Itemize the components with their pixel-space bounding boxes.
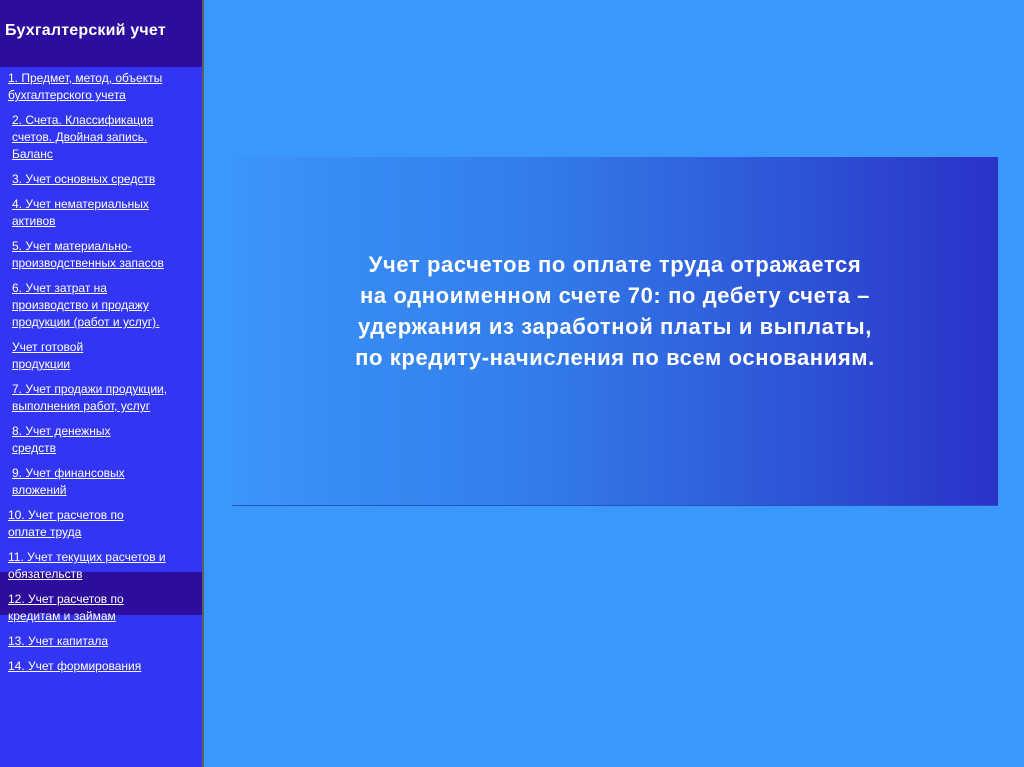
sidebar-item-7[interactable]: 7. Учет продажи продукции, выполнения ра… [0, 381, 202, 415]
sidebar-item-6[interactable]: 6. Учет затрат на производство и продажу… [0, 280, 202, 331]
slide-text-panel: Учет расчетов по оплате труда отражается… [232, 157, 998, 506]
sidebar-item-11[interactable]: 11. Учет текущих расчетов и обязательств [0, 549, 202, 583]
list-item: 3. Учет основных средств [0, 171, 202, 188]
list-item: 8. Учет денежных средств [0, 423, 202, 457]
list-item: 6. Учет затрат на производство и продажу… [0, 280, 202, 331]
list-item: 7. Учет продажи продукции, выполнения ра… [0, 381, 202, 415]
slide-text-line: Учет расчетов по оплате труда отражается [368, 252, 862, 277]
sidebar-item-4[interactable]: 4. Учет нематериальных активов [0, 196, 202, 230]
list-item: 13. Учет капитала [0, 633, 202, 650]
list-item: 14. Учет формирования [0, 658, 202, 675]
slide-text-line: на одноименном счете 70: по дебету счета… [360, 283, 870, 308]
sidebar-item-3[interactable]: 3. Учет основных средств [0, 171, 202, 188]
sidebar-item-2[interactable]: 2. Счета. Классификация счетов. Двойная … [0, 112, 202, 163]
list-item: Учет готовой продукции [0, 339, 202, 373]
slide-body-text: Учет расчетов по оплате труда отражается… [232, 249, 998, 373]
list-item: 4. Учет нематериальных активов [0, 196, 202, 230]
sidebar: Бухгалтерский учет 1. Предмет, метод, об… [0, 0, 204, 767]
list-item: 11. Учет текущих расчетов и обязательств [0, 549, 202, 583]
slide-text-line: по кредиту-начисления по всем основаниям… [355, 345, 875, 370]
slide-text-line: удержания из заработной платы и выплаты, [358, 314, 872, 339]
sidebar-item-8[interactable]: 8. Учет денежных средств [0, 423, 202, 457]
list-item: 9. Учет финансовых вложений [0, 465, 202, 499]
sidebar-item-9[interactable]: 9. Учет финансовых вложений [0, 465, 202, 499]
sidebar-item-10[interactable]: 10. Учет расчетов по оплате труда [0, 507, 202, 541]
sidebar-title: Бухгалтерский учет [0, 0, 202, 67]
nav-list: 1. Предмет, метод, объекты бухгалтерског… [0, 70, 202, 675]
sidebar-item-finished-goods[interactable]: Учет готовой продукции [0, 339, 202, 373]
sidebar-item-13[interactable]: 13. Учет капитала [0, 633, 202, 650]
list-item: 12. Учет расчетов по кредитам и займам [0, 591, 202, 625]
sidebar-item-5[interactable]: 5. Учет материально-производственных зап… [0, 238, 202, 272]
list-item: 10. Учет расчетов по оплате труда [0, 507, 202, 541]
sidebar-item-12[interactable]: 12. Учет расчетов по кредитам и займам [0, 591, 202, 625]
list-item: 5. Учет материально-производственных зап… [0, 238, 202, 272]
sidebar-item-14[interactable]: 14. Учет формирования [0, 658, 202, 675]
list-item: 1. Предмет, метод, объекты бухгалтерског… [0, 70, 202, 104]
sidebar-item-1[interactable]: 1. Предмет, метод, объекты бухгалтерског… [0, 70, 202, 104]
list-item: 2. Счета. Классификация счетов. Двойная … [0, 112, 202, 163]
